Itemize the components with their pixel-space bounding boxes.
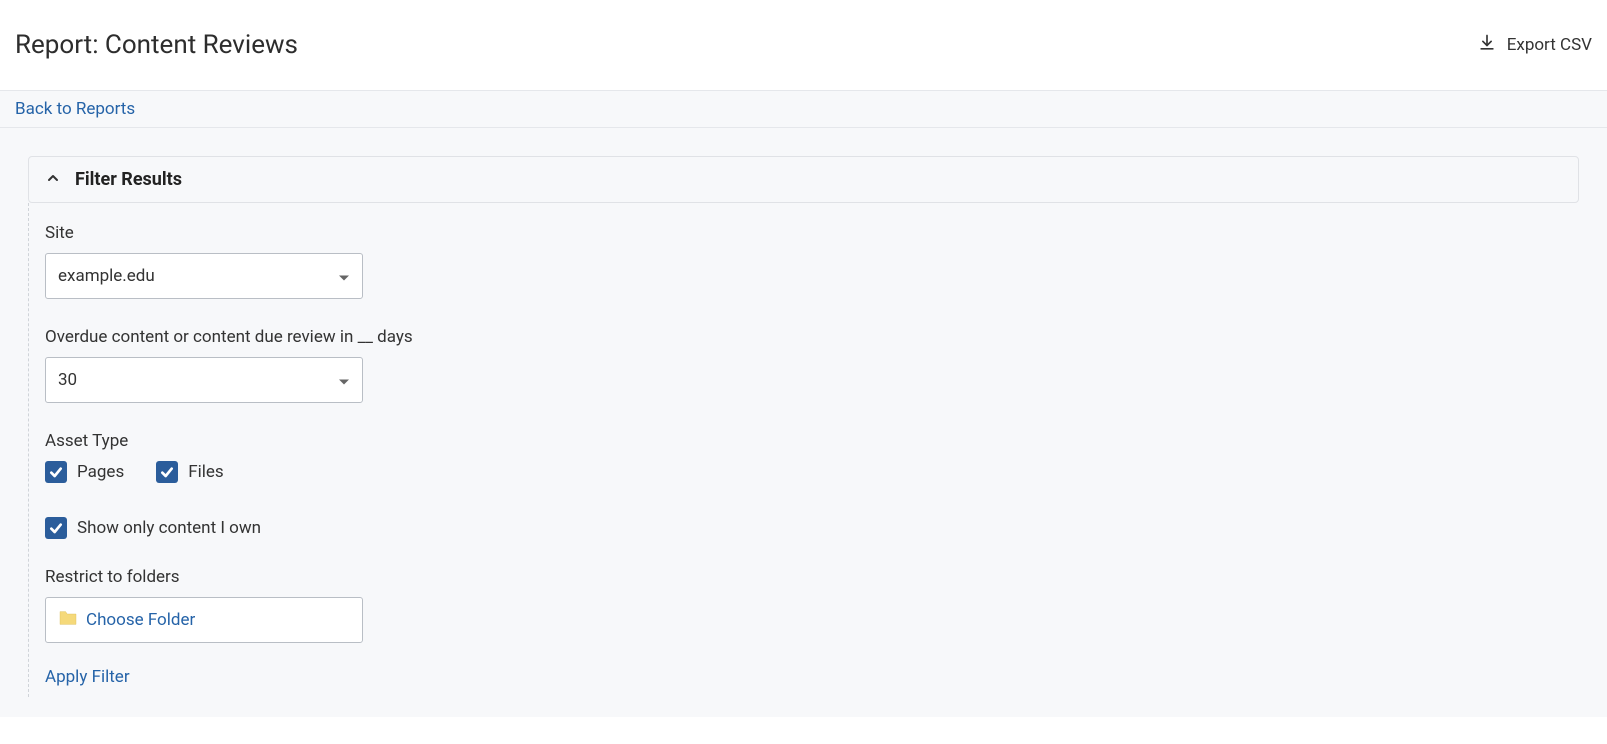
- filter-toggle[interactable]: Filter Results: [29, 157, 1578, 202]
- own-only-checkbox[interactable]: Show only content I own: [45, 517, 1563, 539]
- page-header: Report: Content Reviews Export CSV: [0, 0, 1607, 90]
- content-area: Filter Results Site example.edu Overdue …: [0, 128, 1607, 717]
- checkbox-checked-icon: [45, 517, 67, 539]
- site-field-group: Site example.edu: [45, 223, 1563, 299]
- apply-filter-link[interactable]: Apply Filter: [45, 667, 130, 687]
- checkbox-checked-icon: [45, 461, 67, 483]
- pages-checkbox[interactable]: Pages: [45, 461, 124, 483]
- asset-type-label: Asset Type: [45, 431, 1563, 451]
- export-csv-label: Export CSV: [1507, 35, 1592, 55]
- restrict-field-group: Restrict to folders Choose Folder: [45, 567, 1563, 643]
- site-select-value: example.edu: [45, 253, 363, 299]
- filter-title: Filter Results: [75, 169, 182, 190]
- days-select-value: 30: [45, 357, 363, 403]
- pages-checkbox-label: Pages: [77, 462, 124, 482]
- choose-folder-label: Choose Folder: [86, 610, 195, 630]
- sub-bar: Back to Reports: [0, 90, 1607, 128]
- own-only-field-group: Show only content I own: [45, 517, 1563, 539]
- asset-type-field-group: Asset Type Pages Files: [45, 431, 1563, 483]
- export-csv-button[interactable]: Export CSV: [1477, 33, 1592, 58]
- days-label: Overdue content or content due review in…: [45, 327, 1563, 347]
- site-select[interactable]: example.edu: [45, 253, 363, 299]
- days-field-group: Overdue content or content due review in…: [45, 327, 1563, 403]
- filter-panel: Filter Results: [28, 156, 1579, 203]
- restrict-label: Restrict to folders: [45, 567, 1563, 587]
- back-to-reports-link[interactable]: Back to Reports: [15, 99, 135, 119]
- files-checkbox-label: Files: [188, 462, 223, 482]
- days-select[interactable]: 30: [45, 357, 363, 403]
- files-checkbox[interactable]: Files: [156, 461, 223, 483]
- site-label: Site: [45, 223, 1563, 243]
- checkbox-checked-icon: [156, 461, 178, 483]
- filter-body: Site example.edu Overdue content or cont…: [28, 203, 1579, 697]
- own-only-checkbox-label: Show only content I own: [77, 518, 261, 538]
- folder-icon: [58, 610, 78, 630]
- chevron-up-icon: [45, 170, 61, 190]
- page-title: Report: Content Reviews: [15, 30, 298, 60]
- choose-folder-button[interactable]: Choose Folder: [45, 597, 363, 643]
- download-icon: [1477, 33, 1497, 58]
